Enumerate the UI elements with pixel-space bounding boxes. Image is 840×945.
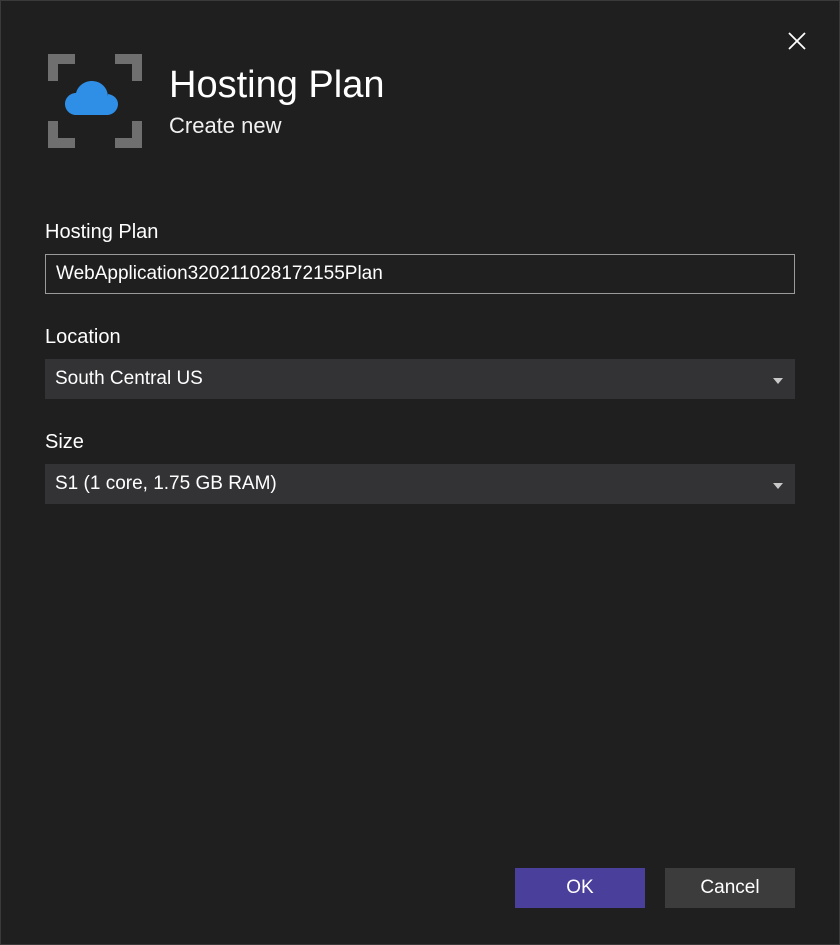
ok-button-label: OK: [566, 877, 593, 899]
close-icon: [787, 31, 807, 51]
field-location: Location South Central US: [45, 326, 795, 399]
dialog-title: Hosting Plan: [169, 63, 384, 108]
hosting-plan-label: Hosting Plan: [45, 221, 795, 244]
cancel-button-label: Cancel: [700, 877, 759, 899]
location-label: Location: [45, 326, 795, 349]
chevron-down-icon: [773, 473, 783, 495]
size-selected-value: S1 (1 core, 1.75 GB RAM): [55, 473, 277, 495]
hosting-plan-input[interactable]: [45, 254, 795, 294]
ok-button[interactable]: OK: [515, 868, 645, 908]
hosting-plan-dialog: Hosting Plan Create new Hosting Plan Loc…: [0, 0, 840, 945]
chevron-down-icon: [773, 368, 783, 390]
close-button[interactable]: [777, 21, 817, 61]
dialog-body: Hosting Plan Location South Central US S…: [1, 161, 839, 944]
size-select[interactable]: S1 (1 core, 1.75 GB RAM): [45, 464, 795, 504]
cancel-button[interactable]: Cancel: [665, 868, 795, 908]
dialog-subtitle: Create new: [169, 113, 384, 139]
field-hosting-plan: Hosting Plan: [45, 221, 795, 294]
field-size: Size S1 (1 core, 1.75 GB RAM): [45, 431, 795, 504]
dialog-footer: OK Cancel: [515, 868, 795, 908]
dialog-header: Hosting Plan Create new: [1, 1, 839, 161]
size-label: Size: [45, 431, 795, 454]
location-selected-value: South Central US: [55, 368, 203, 390]
location-select[interactable]: South Central US: [45, 359, 795, 399]
cloud-hosting-icon: [45, 51, 145, 151]
